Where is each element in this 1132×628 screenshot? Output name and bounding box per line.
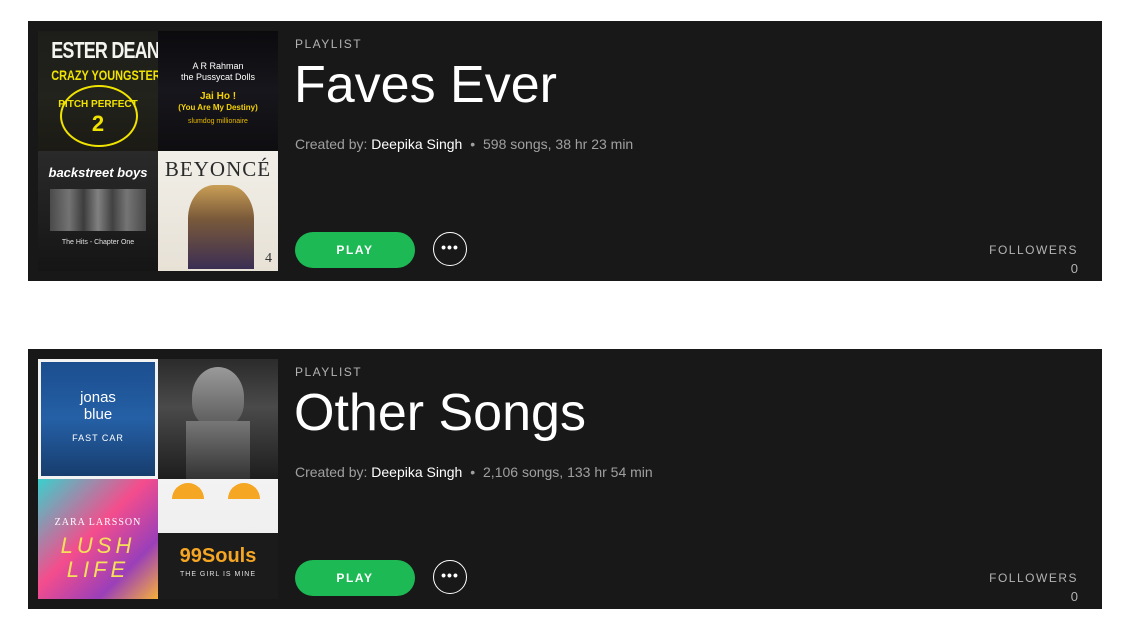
album-cover-lush-life: ZARA LARSSON LUSH LIFE — [38, 479, 158, 599]
cover-text: 4 — [265, 251, 272, 266]
cover-text: PITCH PERFECT — [58, 99, 138, 110]
cover-text: Jai Ho ! — [199, 91, 237, 102]
play-button[interactable]: PLAY — [295, 560, 415, 596]
album-cover-jai-ho: A R Rahman the Pussycat Dolls Jai Ho ! (… — [158, 31, 278, 151]
followers-label: FOLLOWERS — [989, 571, 1078, 585]
created-by-label: Created by: — [295, 464, 368, 480]
playlist-cover-mosaic[interactable]: ESTER DEAN CRAZY YOUNGSTERS PITCH PERFEC… — [38, 31, 278, 271]
playlist-type-label: PLAYLIST — [295, 37, 363, 51]
playlist-title: Faves Ever — [294, 56, 557, 114]
more-options-button[interactable]: ••• — [433, 232, 467, 266]
album-cover-beyonce-4: BEYONCÉ 4 — [158, 151, 278, 271]
playlist-header-other-songs: jonas blue FAST CAR ZARA LARSSON LUSH LI… — [28, 349, 1102, 609]
playlist-meta: Created by: Deepika Singh • 598 songs, 3… — [295, 136, 633, 152]
cover-text: CRAZY YOUNGSTERS — [51, 67, 158, 83]
playlist-title: Other Songs — [294, 384, 586, 442]
cover-text: ESTER DEAN — [51, 37, 158, 63]
cover-text: slumdog millionaire — [188, 118, 248, 125]
cover-text: blue — [83, 406, 113, 423]
cover-text: THE GIRL IS MINE — [179, 571, 257, 578]
playlist-header-faves-ever: ESTER DEAN CRAZY YOUNGSTERS PITCH PERFEC… — [28, 21, 1102, 281]
meta-separator: • — [470, 464, 476, 480]
cover-text: (You Are My Destiny) — [178, 103, 258, 112]
album-cover-99-souls: 99Souls THE GIRL IS MINE — [158, 479, 278, 599]
cover-text: ZARA LARSSON — [54, 517, 142, 528]
followers-count: 0 — [1070, 261, 1078, 276]
more-options-button[interactable]: ••• — [433, 560, 467, 594]
created-by-label: Created by: — [295, 136, 368, 152]
cover-text: 2 — [91, 111, 105, 136]
followers-label: FOLLOWERS — [989, 243, 1078, 257]
album-cover-pitch-perfect-2: ESTER DEAN CRAZY YOUNGSTERS PITCH PERFEC… — [38, 31, 158, 151]
owner-link[interactable]: Deepika Singh — [371, 136, 462, 152]
cover-text: BEYONCÉ — [164, 157, 272, 181]
playlist-stats: 598 songs, 38 hr 23 min — [483, 136, 634, 152]
cover-shape — [172, 483, 204, 499]
playlist-meta: Created by: Deepika Singh • 2,106 songs,… — [295, 464, 653, 480]
cover-text: A R Rahman — [192, 61, 244, 71]
cover-text: 99Souls — [179, 545, 257, 567]
more-icon: ••• — [441, 238, 459, 255]
cover-text: backstreet boys — [48, 165, 148, 180]
album-cover-purpose — [158, 359, 278, 479]
album-cover-backstreet-boys: backstreet boys The Hits - Chapter One — [38, 151, 158, 271]
artist-photo — [188, 185, 254, 269]
band-photo — [50, 189, 146, 231]
meta-separator: • — [470, 136, 476, 152]
cover-text: FAST CAR — [72, 433, 124, 443]
owner-link[interactable]: Deepika Singh — [371, 464, 462, 480]
playlist-type-label: PLAYLIST — [295, 365, 363, 379]
cover-text: jonas — [80, 389, 116, 406]
artist-photo — [192, 367, 244, 427]
cover-text: LUSH — [60, 533, 136, 558]
playlist-stats: 2,106 songs, 133 hr 54 min — [483, 464, 653, 480]
artist-hands — [186, 421, 250, 479]
cover-text: The Hits - Chapter One — [61, 239, 135, 246]
more-icon: ••• — [441, 566, 459, 583]
playlist-cover-mosaic[interactable]: jonas blue FAST CAR ZARA LARSSON LUSH LI… — [38, 359, 278, 599]
cover-shape — [228, 483, 260, 499]
followers-count: 0 — [1070, 589, 1078, 604]
cover-text: LIFE — [66, 557, 130, 582]
album-cover-fast-car: jonas blue FAST CAR — [38, 359, 158, 479]
cover-text: the Pussycat Dolls — [180, 72, 256, 82]
play-button[interactable]: PLAY — [295, 232, 415, 268]
